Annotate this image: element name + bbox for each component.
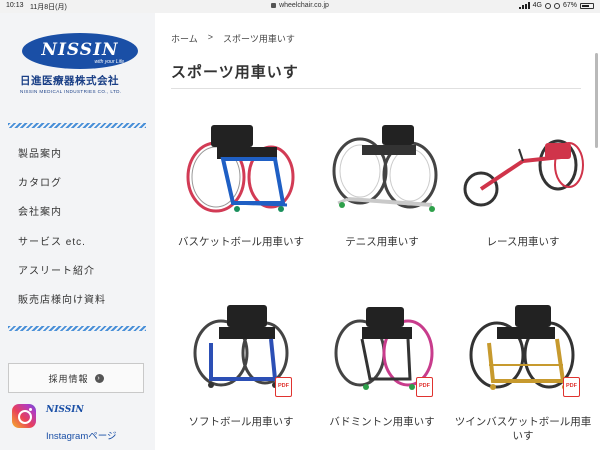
product-card-softball[interactable]: PDF ソフトボール用車いす	[171, 293, 311, 428]
product-label: レース用車いす	[486, 236, 560, 248]
wheelchair-softball-image: PDF	[171, 293, 311, 403]
page-title: スポーツ用車いす	[171, 64, 299, 81]
sidebar-item-company[interactable]: 会社案内	[18, 206, 106, 235]
sidebar-item-services[interactable]: サービス etc.	[18, 236, 106, 265]
lock-icon	[271, 3, 277, 8]
address-bar[interactable]: wheelchair.co.jp	[0, 2, 600, 9]
product-label: テニス用車いす	[345, 236, 419, 248]
logo-oval: NISSIN with your Life	[22, 33, 138, 69]
sidebar-item-athletes[interactable]: アスリート紹介	[18, 265, 106, 294]
pdf-icon-label: PDF	[419, 383, 430, 389]
address-url: wheelchair.co.jp	[279, 2, 329, 9]
status-indicators: 4G 67%	[518, 2, 594, 9]
pdf-icon[interactable]: PDF	[416, 377, 433, 397]
product-card-tennis[interactable]: テニス用車いす	[312, 113, 452, 248]
title-divider	[171, 88, 581, 89]
hatch-divider-top	[8, 123, 146, 128]
wheelchair-twin-basketball-image: PDF	[453, 293, 593, 403]
wheelchair-badminton-image: PDF	[312, 293, 452, 403]
recruit-button-label: 採用情報	[48, 373, 89, 384]
product-card-basketball[interactable]: バスケットボール用車いす	[171, 113, 311, 248]
breadcrumb-home[interactable]: ホーム	[171, 32, 198, 45]
wheelchair-tennis-image	[312, 113, 452, 223]
logo-company-jp: 日進医療器株式会社	[20, 75, 119, 87]
sidebar-item-catalog[interactable]: カタログ	[18, 177, 106, 206]
product-label: バドミントン用車いす	[329, 416, 435, 428]
product-card-racing[interactable]: レース用車いす	[453, 113, 593, 248]
location-icon	[544, 2, 551, 9]
mini-logo: NISSIN	[46, 405, 84, 415]
instagram-icon[interactable]	[12, 404, 36, 428]
sidebar: NISSIN with your Life 日進医療器株式会社 NISSIN M…	[0, 13, 155, 450]
breadcrumb-current: スポーツ用車いす	[223, 34, 295, 44]
product-card-badminton[interactable]: PDF バドミントン用車いす	[312, 293, 452, 428]
wheelchair-basketball-image	[171, 113, 311, 223]
battery-icon	[580, 2, 594, 9]
instagram-link[interactable]: Instagramページ	[46, 428, 117, 442]
sidebar-item-dealer-materials[interactable]: 販売店様向け資料	[18, 294, 106, 323]
sidebar-item-products[interactable]: 製品案内	[18, 148, 106, 177]
product-label: ツインバスケットボール用車いす	[454, 416, 592, 442]
logo-wordmark: NISSIN	[41, 40, 119, 60]
signal-icon	[518, 2, 530, 9]
main-content: ホーム > スポーツ用車いす スポーツ用車いす バスケットボール用車いす テニス…	[155, 13, 600, 450]
hatch-divider-bottom	[8, 326, 146, 331]
product-card-twin-basketball[interactable]: PDF ツインバスケットボール用車いす	[453, 293, 593, 442]
scrollbar[interactable]	[595, 53, 598, 148]
recruit-button[interactable]: 採用情報 ›	[8, 363, 144, 393]
logo-tagline: with your Life	[94, 59, 124, 65]
logo-company-en: NISSIN MEDICAL INDUSTRIES CO., LTD.	[20, 89, 122, 94]
breadcrumb: ホーム > スポーツ用車いす	[171, 32, 295, 45]
company-logo[interactable]: NISSIN with your Life 日進医療器株式会社 NISSIN M…	[20, 33, 140, 94]
status-bar: 10:13 11月8日(月) wheelchair.co.jp 4G 67%	[0, 0, 600, 13]
product-label: ソフトボール用車いす	[188, 416, 294, 428]
orientation-lock-icon	[553, 2, 560, 9]
chevron-right-icon: >	[207, 32, 213, 42]
pdf-icon-label: PDF	[278, 383, 289, 389]
pdf-icon[interactable]: PDF	[563, 377, 580, 397]
wheelchair-racing-image	[453, 113, 593, 223]
arrow-right-circle-icon: ›	[94, 373, 104, 383]
sidebar-menu: 製品案内 カタログ 会社案内 サービス etc. アスリート紹介 販売店様向け資…	[18, 148, 106, 323]
pdf-icon[interactable]: PDF	[275, 377, 292, 397]
network-type: 4G	[532, 2, 542, 9]
product-label: バスケットボール用車いす	[178, 236, 304, 248]
pdf-icon-label: PDF	[566, 383, 577, 389]
battery-percent: 67%	[562, 2, 577, 9]
